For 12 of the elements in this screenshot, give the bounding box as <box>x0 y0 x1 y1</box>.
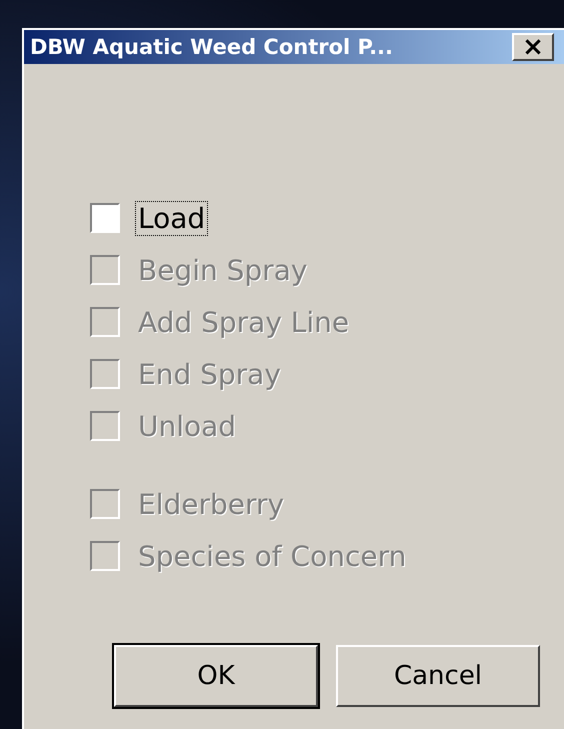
checkbox-label: Elderberry <box>137 488 286 520</box>
checkbox-label: Load <box>136 202 208 234</box>
checkbox-label: Species of Concern <box>137 540 408 572</box>
checkbox-label: Begin Spray <box>137 254 308 286</box>
window-title: DBW Aquatic Weed Control P... <box>30 35 393 59</box>
ok-button[interactable]: OK <box>114 645 318 707</box>
close-button[interactable]: × <box>512 33 554 61</box>
checkbox[interactable] <box>90 203 120 233</box>
checkbox-label: End Spray <box>137 358 282 390</box>
checkbox-label: Add Spray Line <box>137 306 350 338</box>
checkbox-label: Unload <box>137 410 238 442</box>
cancel-button[interactable]: Cancel <box>336 645 540 707</box>
